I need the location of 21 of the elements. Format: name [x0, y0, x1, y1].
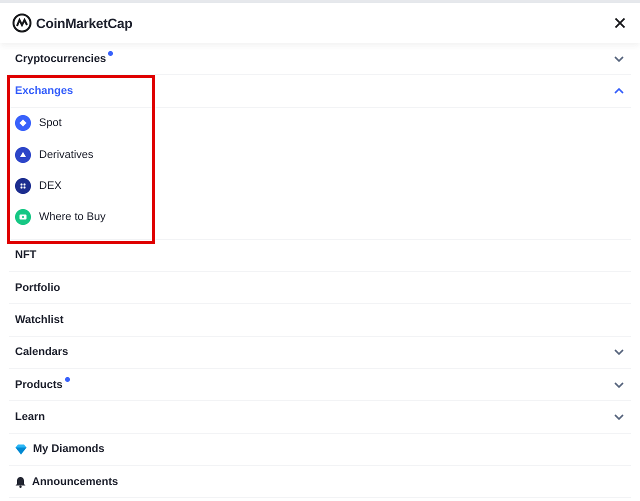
- menu-section[interactable]: Learn: [9, 401, 631, 434]
- submenu-item[interactable]: DEX: [9, 170, 631, 202]
- menu-link[interactable]: Watchlist: [9, 304, 631, 337]
- menu-link[interactable]: Portfolio: [9, 272, 631, 304]
- menu-section[interactable]: Exchanges: [9, 75, 631, 108]
- menu-label: My Diamonds: [33, 443, 105, 456]
- bell-icon: [15, 476, 26, 488]
- submenu-item[interactable]: Spot: [9, 108, 631, 139]
- logo-icon: [12, 13, 32, 33]
- menu-section[interactable]: Calendars: [9, 336, 631, 369]
- menu-link[interactable]: Announcements: [9, 466, 631, 498]
- diamond-icon: [15, 444, 27, 455]
- menu-link[interactable]: My Diamonds: [9, 434, 631, 466]
- menu-section[interactable]: Products: [9, 368, 631, 402]
- submenu-item[interactable]: Derivatives: [9, 138, 631, 170]
- logo-text: CoinMarketCap: [36, 16, 132, 30]
- menu-label: Announcements: [32, 476, 118, 488]
- close-icon[interactable]: [614, 17, 626, 29]
- menu-section[interactable]: Cryptocurrencies: [9, 43, 631, 76]
- submenu-item[interactable]: Where to Buy: [9, 201, 631, 233]
- menu-link[interactable]: NFT: [9, 240, 631, 272]
